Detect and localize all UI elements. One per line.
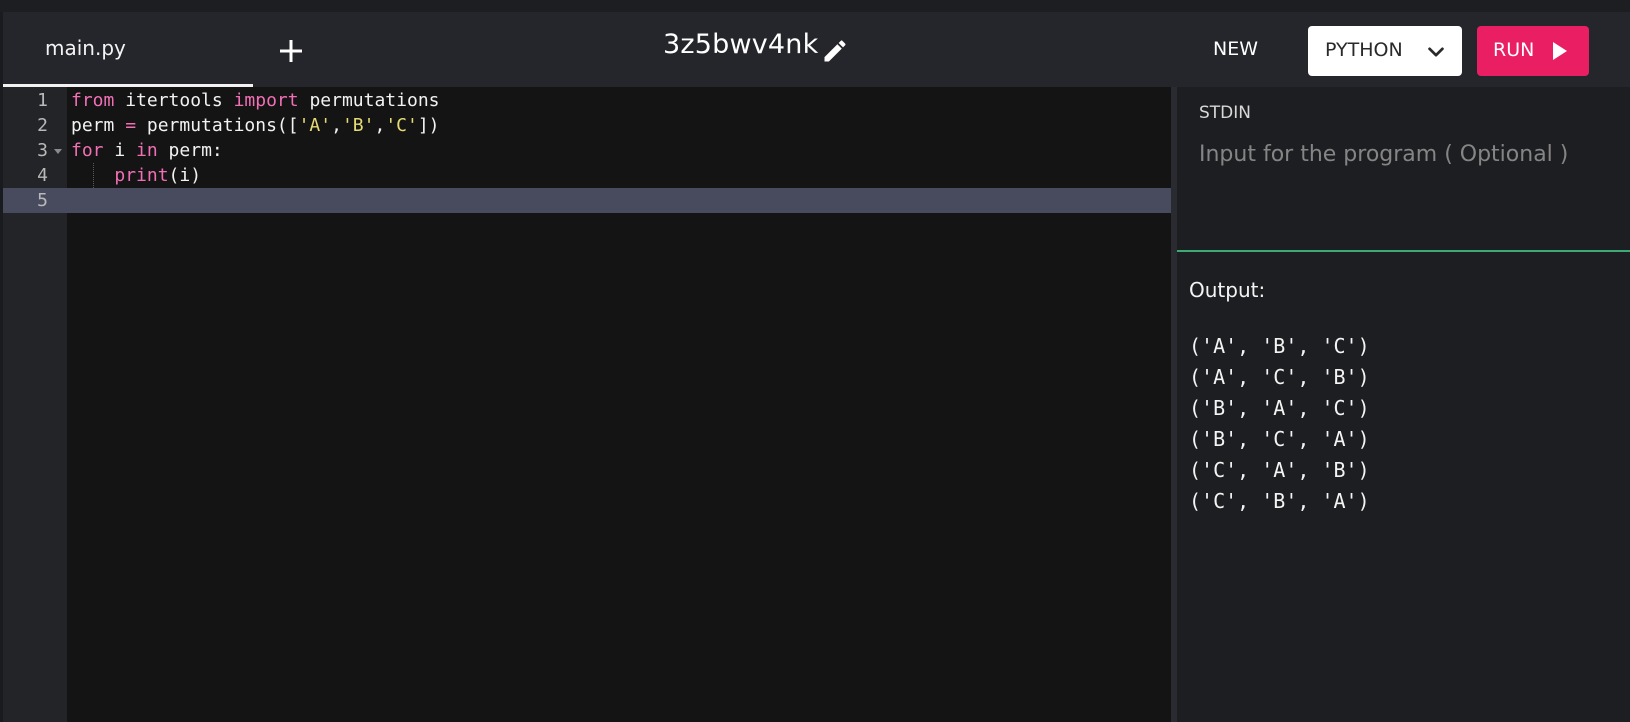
code-line: perm = permutations(['A','B','C']) — [71, 113, 440, 138]
output-label: Output: — [1189, 278, 1266, 302]
top-strip — [0, 0, 1630, 12]
stdin-panel: STDIN — [1177, 87, 1630, 252]
code-token: perm — [71, 115, 126, 136]
new-button[interactable]: NEW — [1213, 38, 1258, 60]
code-token: , — [374, 115, 386, 136]
code-token: permutations([ — [136, 115, 299, 136]
editor-header: main.py 3z5bwv4nk NEW PYTHON RUN — [3, 12, 1630, 87]
string-token: 'A' — [298, 115, 332, 136]
tab-main-py[interactable]: main.py — [3, 12, 253, 87]
code-token: (i) — [168, 165, 202, 186]
run-button[interactable]: RUN — [1477, 26, 1589, 76]
code-token: i — [103, 140, 137, 161]
pencil-icon[interactable] — [821, 37, 849, 65]
play-icon — [1547, 39, 1571, 63]
output-line: ('C', 'B', 'A') — [1189, 489, 1370, 513]
code-line: print(i) — [71, 163, 201, 188]
string-token: 'C' — [385, 115, 418, 136]
code-line: for i in perm: — [71, 138, 223, 163]
keyword-token: in — [136, 140, 158, 161]
string-token: 'B' — [341, 115, 375, 136]
chevron-down-icon — [1425, 41, 1447, 63]
keyword-token: from — [71, 90, 115, 111]
output-line: ('B', 'C', 'A') — [1189, 427, 1370, 451]
code-token: permutations — [298, 90, 440, 111]
keyword-token: = — [125, 115, 137, 136]
keyword-token: import — [233, 90, 299, 111]
code-token: , — [331, 115, 342, 136]
run-label: RUN — [1493, 39, 1535, 61]
line-number: 5 — [37, 190, 48, 211]
line-number: 2 — [37, 115, 48, 136]
line-number: 3 — [37, 140, 48, 161]
stdin-input[interactable] — [1197, 133, 1621, 175]
code-line: from itertools import permutations — [71, 88, 440, 113]
output-line: ('B', 'A', 'C') — [1189, 396, 1370, 420]
code-editor[interactable]: 1 2 3 4 5 from itertools import permutations… — [3, 87, 1171, 722]
output-line: ('C', 'A', 'B') — [1189, 458, 1370, 482]
keyword-token: for — [71, 140, 104, 161]
language-select[interactable]: PYTHON — [1308, 26, 1462, 76]
active-line-highlight — [3, 188, 1171, 213]
plus-icon[interactable] — [277, 37, 305, 65]
line-number: 1 — [37, 90, 48, 111]
fold-arrow-icon[interactable] — [54, 149, 62, 154]
language-label: PYTHON — [1325, 39, 1403, 61]
keyword-token: print — [114, 165, 169, 186]
output-line: ('A', 'C', 'B') — [1189, 365, 1370, 389]
program-title: 3z5bwv4nk — [663, 29, 819, 60]
code-token: perm: — [157, 140, 223, 161]
line-number: 4 — [37, 165, 48, 186]
output-panel: Output: ('A', 'B', 'C') ('A', 'C', 'B') ('… — [1177, 252, 1630, 722]
code-token: itertools — [114, 90, 234, 111]
output-lines: ('A', 'B', 'C') ('A', 'C', 'B') ('B', 'A',… — [1189, 331, 1370, 517]
output-line: ('A', 'B', 'C') — [1189, 334, 1370, 358]
stdin-label: STDIN — [1199, 103, 1251, 123]
tab-label: main.py — [45, 36, 126, 60]
code-token: ]) — [417, 115, 440, 136]
code-runner-app: main.py 3z5bwv4nk NEW PYTHON RUN 1 2 3 4… — [0, 0, 1630, 722]
